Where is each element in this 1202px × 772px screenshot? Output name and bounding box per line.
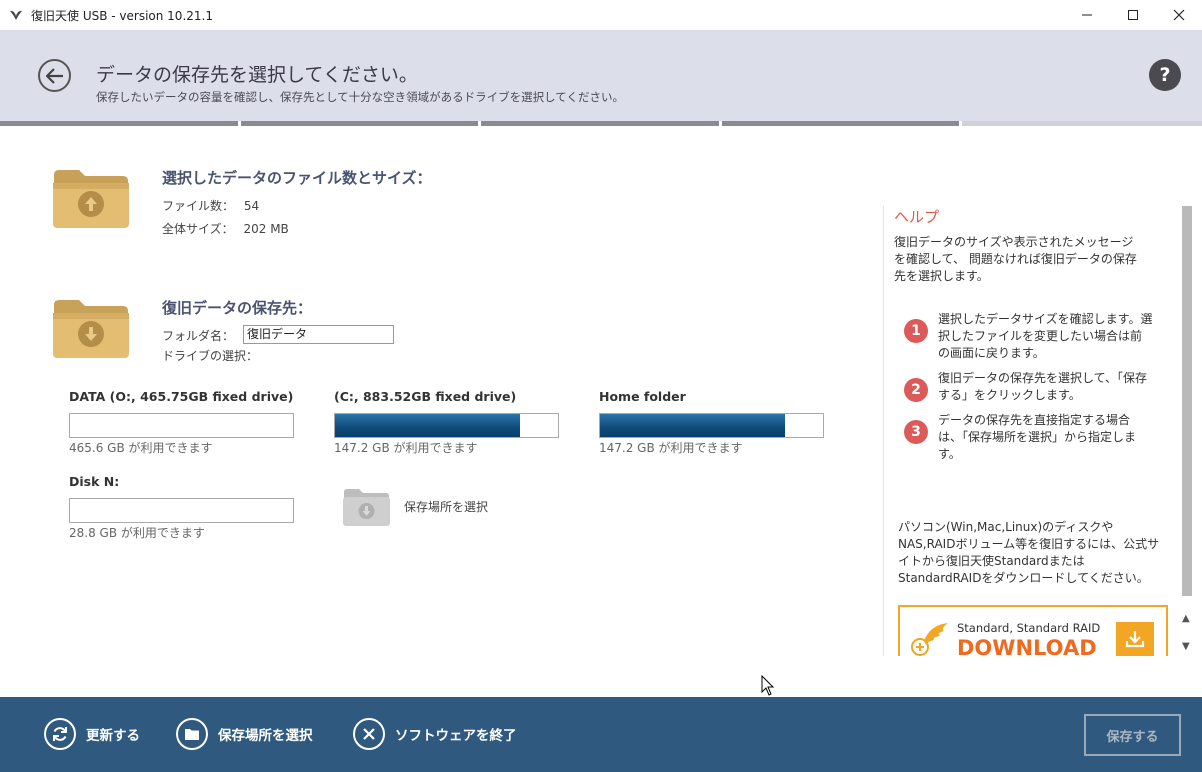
minimize-icon [1082, 14, 1092, 16]
title-bar: 復旧天使 USB - version 10.21.1 [0, 0, 1202, 30]
choose-location-link[interactable]: 保存場所を選択 [343, 487, 488, 526]
download-banner[interactable]: Standard, Standard RAID DOWNLOAD [898, 605, 1168, 656]
help-panel: ヘルプ 復旧データのサイズや表示されたメッセージを確認して、 問題なければ復旧デ… [883, 206, 1180, 656]
drive-select-label: ドライブの選択： [162, 349, 259, 363]
total-size-row: 全体サイズ： 202 MB [162, 220, 289, 237]
file-count-value: 54 [243, 199, 260, 213]
close-circle-icon [353, 718, 385, 750]
step-number-badge: 2 [904, 378, 928, 402]
drive-name: Home folder [599, 389, 686, 404]
step-text: 復旧データの保存先を選択して、「保存する」をクリックします。 [938, 371, 1148, 402]
file-count-label: ファイル数： [162, 199, 235, 213]
page-header: データの保存先を選択してください。 保存したいデータの容量を確認し、保存先として… [0, 30, 1202, 121]
page-title: データの保存先を選択してください。 [96, 64, 418, 86]
destination-title: 復旧データの保存先： [162, 299, 313, 317]
drive-name: DATA (O:, 465.75GB fixed drive) [69, 389, 294, 404]
drive-usage-bar [334, 413, 559, 438]
drive-usage-bar [69, 413, 294, 438]
help-scrollbar[interactable]: ▲ ▼ [1180, 206, 1194, 658]
download-button[interactable] [1116, 622, 1154, 656]
step-text: 選択したデータサイズを確認します。選択したファイルを変更したい場合は前の画面に戻… [938, 312, 1153, 360]
wizard-step-5 [962, 121, 1202, 126]
footer-bar: 更新する 保存場所を選択 ソフトウェアを終了 保存する [0, 697, 1202, 772]
wizard-step-3 [481, 121, 719, 126]
total-size-label: 全体サイズ： [162, 222, 234, 236]
drive-usage-fill [600, 414, 786, 437]
help-step: 1 選択したデータサイズを確認します。選択したファイルを変更したい場合は前の画面… [904, 311, 1153, 362]
folder-gray-icon [343, 489, 390, 526]
step-number-badge: 1 [904, 319, 928, 343]
refresh-label: 更新する [86, 728, 140, 744]
wizard-step-4 [721, 121, 960, 126]
drive-free-space: 147.2 GB が利用できます [599, 441, 743, 455]
scroll-down-icon[interactable]: ▼ [1182, 641, 1190, 652]
step-text: データの保存先を直接指定する場合は、「保存場所を選択」から指定します。 [938, 413, 1137, 461]
drive-usage-bar [69, 498, 294, 523]
close-window-button[interactable] [1156, 0, 1202, 30]
arrow-left-icon [45, 67, 63, 84]
help-step: 2 復旧データの保存先を選択して、「保存する」をクリックします。 [904, 370, 1153, 404]
scroll-up-icon[interactable]: ▲ [1182, 613, 1190, 624]
exit-software-button[interactable]: ソフトウェアを終了 [353, 718, 517, 750]
wizard-progress [0, 121, 1202, 126]
help-button[interactable]: ? [1149, 59, 1181, 91]
drive-name: Disk N: [69, 474, 120, 489]
scrollbar-thumb[interactable] [1182, 206, 1192, 596]
maximize-icon [1128, 10, 1138, 20]
drive-free-space: 28.8 GB が利用できます [69, 526, 205, 540]
mouse-cursor-icon [761, 675, 775, 696]
back-button[interactable] [38, 59, 71, 92]
folder-name-label: フォルダ名： [162, 329, 235, 343]
exit-software-label: ソフトウェアを終了 [395, 728, 517, 744]
drive-name: (C:, 883.52GB fixed drive) [334, 389, 517, 404]
drive-usage-bar [599, 413, 824, 438]
page-subtitle: 保存したいデータの容量を確認し、保存先として十分な空き領域があるドライブを選択し… [96, 90, 624, 104]
app-logo-icon [10, 10, 22, 20]
drive-free-space: 465.6 GB が利用できます [69, 441, 213, 455]
wizard-step-2 [240, 121, 479, 126]
minimize-button[interactable] [1064, 0, 1110, 30]
folder-name-input[interactable]: 復旧データ [243, 325, 394, 344]
folder-upload-icon [53, 170, 129, 228]
selected-data-title: 選択したデータのファイル数とサイズ： [162, 169, 432, 187]
save-button[interactable]: 保存する [1084, 714, 1181, 756]
window-controls [1064, 0, 1202, 30]
step-number-badge: 3 [904, 420, 928, 444]
angel-wing-icon [911, 623, 948, 656]
refresh-icon [44, 718, 76, 750]
file-count-row: ファイル数： 54 [162, 197, 259, 214]
choose-location-button[interactable]: 保存場所を選択 [176, 718, 313, 750]
maximize-button[interactable] [1110, 0, 1156, 30]
folder-icon [176, 718, 208, 750]
help-note: パソコン(Win,Mac,Linux)のディスクやNAS,RAIDボリューム等を… [898, 520, 1160, 585]
help-intro: 復旧データのサイズや表示されたメッセージを確認して、 問題なければ復旧データの保… [894, 235, 1137, 283]
refresh-button[interactable]: 更新する [44, 718, 140, 750]
drive-usage-fill [335, 414, 521, 437]
wizard-step-1 [0, 121, 238, 126]
download-icon [1125, 631, 1145, 648]
help-title: ヘルプ [894, 208, 940, 226]
choose-location-label: 保存場所を選択 [404, 500, 489, 514]
close-icon [1173, 9, 1185, 21]
total-size-value: 202 MB [243, 222, 289, 236]
help-step: 3 データの保存先を直接指定する場合は、「保存場所を選択」から指定します。 [904, 412, 1153, 463]
drive-free-space: 147.2 GB が利用できます [334, 441, 478, 455]
choose-location-footer-label: 保存場所を選択 [218, 728, 313, 744]
download-banner-title: DOWNLOAD [957, 636, 1097, 656]
download-banner-subtitle: Standard, Standard RAID [957, 621, 1101, 635]
window-title: 復旧天使 USB - version 10.21.1 [31, 8, 213, 23]
folder-download-icon [53, 300, 129, 358]
